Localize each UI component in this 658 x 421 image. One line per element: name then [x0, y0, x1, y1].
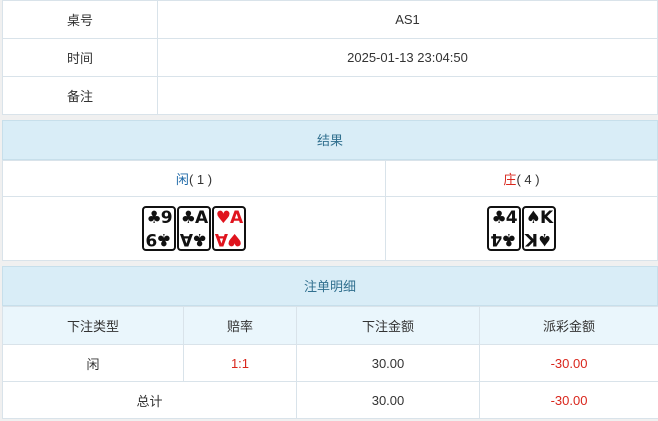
banker-hand: ♣4 ♣4 ♠K ♠K — [487, 206, 556, 251]
table-row: 闲 1:1 30.00 -30.00 — [2, 344, 658, 382]
bet-amount-cell: 30.00 — [296, 344, 480, 382]
player-card-1: ♣9 ♣9 — [142, 206, 176, 251]
banker-label: 庄 — [503, 172, 517, 187]
clubs-icon: ♣4 — [491, 208, 517, 228]
banker-cards-cell: ♣4 ♣4 ♠K ♠K — [385, 196, 658, 261]
detail-table: 下注类型 赔率 下注金额 派彩金额 闲 1:1 30.00 -30.00 总计 … — [2, 306, 658, 419]
hearts-icon: ♥A — [215, 229, 243, 249]
payout-header: 派彩金额 — [479, 306, 658, 345]
clubs-icon: ♣9 — [146, 208, 172, 228]
table-no-value: AS1 — [157, 0, 658, 39]
result-section: 结果 闲( 1 ) 庄( 4 ) ♣9 ♣9 ♣A ♣A ♥A ♥A ♣4 ♣4 ♠K ♠K — [2, 120, 658, 261]
clubs-icon: ♣4 — [491, 229, 517, 249]
banker-card-2: ♠K ♠K — [522, 206, 556, 251]
clubs-icon: ♣9 — [146, 229, 172, 249]
info-row-remark: 备注 — [2, 76, 658, 115]
banker-header: 庄( 4 ) — [385, 160, 658, 197]
player-card-3: ♥A ♥A — [212, 206, 246, 251]
clubs-icon: ♣A — [180, 208, 208, 228]
result-table: 闲( 1 ) 庄( 4 ) ♣9 ♣9 ♣A ♣A ♥A ♥A ♣4 ♣4 ♠K ♠K — [2, 160, 658, 261]
detail-title: 注单明细 — [2, 266, 658, 306]
spades-icon: ♠K — [525, 229, 553, 249]
total-label: 总计 — [2, 381, 297, 419]
player-header: 闲( 1 ) — [2, 160, 386, 197]
clubs-icon: ♣A — [180, 229, 208, 249]
time-value: 2025-01-13 23:04:50 — [157, 38, 658, 77]
player-card-2: ♣A ♣A — [177, 206, 211, 251]
remark-label: 备注 — [2, 76, 158, 115]
odds-header: 赔率 — [183, 306, 297, 345]
total-payout: -30.00 — [479, 381, 658, 419]
time-label: 时间 — [2, 38, 158, 77]
detail-header-row: 下注类型 赔率 下注金额 派彩金额 — [2, 306, 658, 345]
bet-type-cell: 闲 — [2, 344, 184, 382]
banker-card-1: ♣4 ♣4 — [487, 206, 521, 251]
bet-type-header: 下注类型 — [2, 306, 184, 345]
table-no-label: 桌号 — [2, 0, 158, 39]
odds-cell: 1:1 — [183, 344, 297, 382]
hearts-icon: ♥A — [215, 208, 243, 228]
player-label: 闲 — [175, 172, 189, 187]
result-title: 结果 — [2, 120, 658, 160]
banker-score: ( 4 ) — [516, 172, 540, 187]
total-amount: 30.00 — [296, 381, 480, 419]
total-row: 总计 30.00 -30.00 — [2, 381, 658, 419]
player-cards-cell: ♣9 ♣9 ♣A ♣A ♥A ♥A — [2, 196, 386, 261]
player-score: ( 1 ) — [188, 172, 213, 187]
bet-amount-header: 下注金额 — [296, 306, 480, 345]
payout-cell: -30.00 — [479, 344, 658, 382]
info-row-time: 时间 2025-01-13 23:04:50 — [2, 38, 658, 77]
remark-value — [157, 76, 658, 115]
info-row-table: 桌号 AS1 — [2, 0, 658, 39]
player-hand: ♣9 ♣9 ♣A ♣A ♥A ♥A — [142, 206, 246, 251]
info-table: 桌号 AS1 时间 2025-01-13 23:04:50 备注 — [2, 0, 658, 115]
spades-icon: ♠K — [525, 208, 553, 228]
detail-section: 注单明细 下注类型 赔率 下注金额 派彩金额 闲 1:1 30.00 -30.0… — [2, 266, 658, 419]
